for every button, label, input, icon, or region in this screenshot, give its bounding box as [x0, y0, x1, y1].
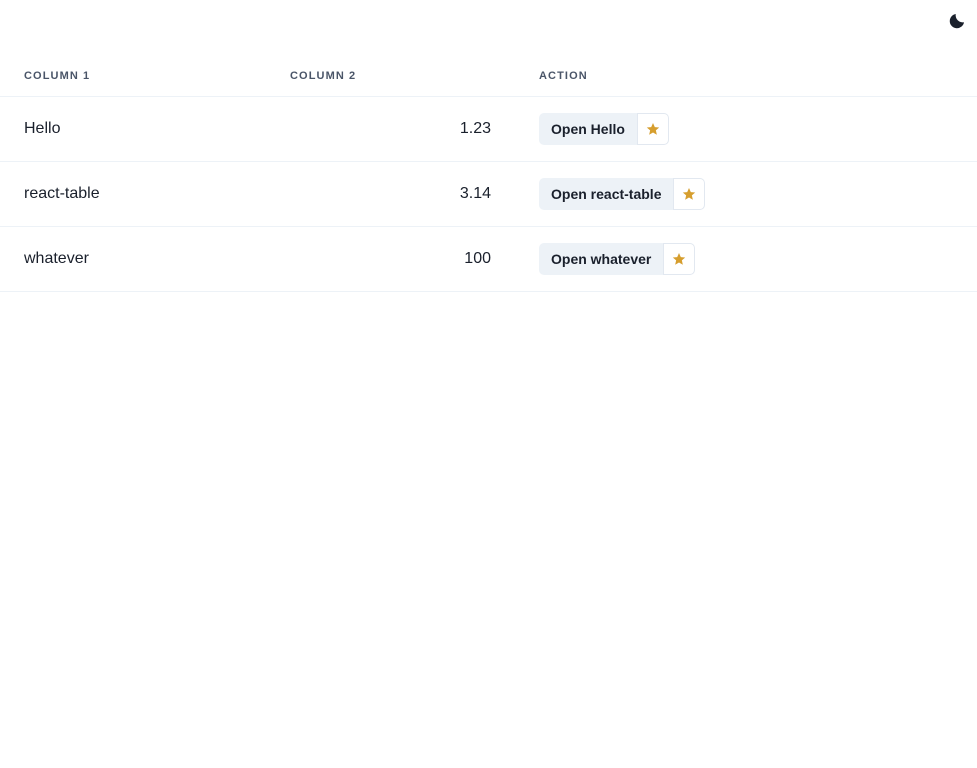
open-button[interactable]: Open whatever	[539, 243, 664, 275]
cell-action: Open whatever	[515, 226, 977, 292]
action-button-group: Open whatever	[539, 243, 696, 275]
open-button[interactable]: Open Hello	[539, 113, 637, 145]
column-header-1: Column 1	[0, 56, 266, 97]
table-row: Hello 1.23 Open Hello	[0, 96, 977, 162]
action-button-group: Open react-table	[539, 178, 706, 210]
table-row: whatever 100 Open whatever	[0, 226, 977, 292]
cell-column-1: whatever	[0, 226, 266, 292]
cell-column-1: Hello	[0, 96, 266, 162]
table-body: Hello 1.23 Open Hello react-table 3.14 O…	[0, 96, 977, 292]
favorite-button[interactable]	[636, 113, 669, 145]
header-row: Column 1 Column 2 Action	[0, 56, 977, 97]
table-row: react-table 3.14 Open react-table	[0, 161, 977, 227]
cell-action: Open react-table	[515, 161, 977, 227]
open-button[interactable]: Open react-table	[539, 178, 674, 210]
moon-icon	[948, 12, 966, 30]
cell-column-2: 3.14	[266, 161, 515, 227]
column-header-action: Action	[515, 56, 977, 97]
cell-column-1: react-table	[0, 161, 266, 227]
favorite-button[interactable]	[663, 243, 696, 275]
cell-action: Open Hello	[515, 96, 977, 162]
column-header-2: Column 2	[266, 56, 515, 97]
star-icon	[646, 122, 660, 136]
theme-toggle-button[interactable]	[944, 8, 970, 34]
cell-column-2: 100	[266, 226, 515, 292]
star-icon	[672, 252, 686, 266]
data-table: Column 1 Column 2 Action Hello 1.23 Open…	[0, 56, 977, 292]
table-header: Column 1 Column 2 Action	[0, 56, 977, 97]
favorite-button[interactable]	[673, 178, 706, 210]
star-icon	[682, 187, 696, 201]
cell-column-2: 1.23	[266, 96, 515, 162]
action-button-group: Open Hello	[539, 113, 669, 145]
